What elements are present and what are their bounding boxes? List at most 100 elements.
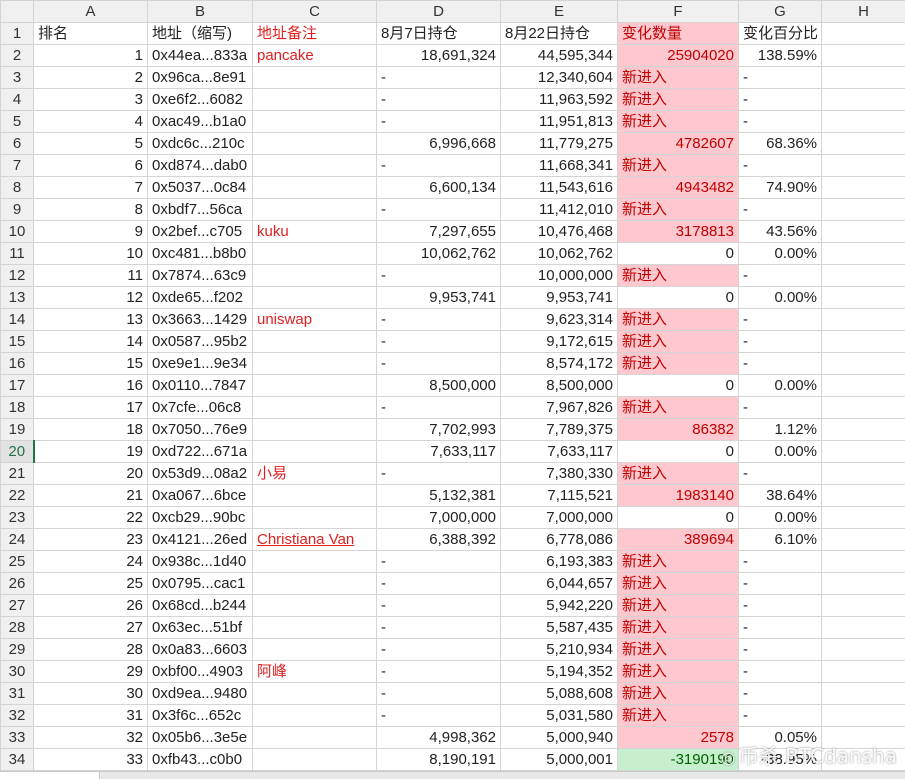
row-header[interactable]: 1: [0, 22, 34, 45]
cell-aug7-holding[interactable]: 6,996,668: [376, 132, 501, 155]
cell-empty[interactable]: [821, 198, 905, 221]
sheet-tab[interactable]: [0, 772, 100, 779]
cell-address-note[interactable]: [252, 198, 377, 221]
cell-change-pct[interactable]: -: [738, 572, 822, 595]
cell-address[interactable]: 0xe9e1...9e34: [147, 352, 253, 375]
cell-empty[interactable]: [821, 286, 905, 309]
cell-aug7-holding[interactable]: -: [376, 88, 501, 111]
cell-address[interactable]: 0x96ca...8e91: [147, 66, 253, 89]
cell-empty[interactable]: [821, 308, 905, 331]
cell-rank[interactable]: 24: [33, 550, 148, 573]
cell-rank[interactable]: 31: [33, 704, 148, 727]
cell-rank[interactable]: 13: [33, 308, 148, 331]
column-header-a[interactable]: A: [33, 0, 148, 23]
cell-change-pct[interactable]: -: [738, 660, 822, 683]
header-cell-address-note[interactable]: 地址备注: [252, 22, 377, 45]
cell-address[interactable]: 0xc481...b8b0: [147, 242, 253, 265]
cell-aug7-holding[interactable]: 8,190,191: [376, 748, 501, 771]
cell-address[interactable]: 0x0795...cac1: [147, 572, 253, 595]
cell-address-note[interactable]: 阿峰: [252, 660, 377, 683]
cell-change-amount[interactable]: 新进入: [617, 352, 739, 375]
cell-address[interactable]: 0x7cfe...06c8: [147, 396, 253, 419]
cell-aug22-holding[interactable]: 12,340,604: [500, 66, 618, 89]
cell-address[interactable]: 0x2bef...c705: [147, 220, 253, 243]
row-header[interactable]: 24: [0, 528, 34, 551]
row-header[interactable]: 31: [0, 682, 34, 705]
cell-rank[interactable]: 7: [33, 176, 148, 199]
row-header[interactable]: 7: [0, 154, 34, 177]
cell-change-pct[interactable]: 0.00%: [738, 374, 822, 397]
cell-empty[interactable]: [821, 440, 905, 463]
cell-aug7-holding[interactable]: -: [376, 462, 501, 485]
cell-aug22-holding[interactable]: 5,210,934: [500, 638, 618, 661]
header-cell-h[interactable]: [821, 22, 905, 45]
cell-aug7-holding[interactable]: 9,953,741: [376, 286, 501, 309]
cell-change-pct[interactable]: -: [738, 330, 822, 353]
cell-empty[interactable]: [821, 594, 905, 617]
cell-address-note[interactable]: [252, 286, 377, 309]
row-header[interactable]: 4: [0, 88, 34, 111]
cell-change-pct[interactable]: 38.64%: [738, 484, 822, 507]
cell-change-pct[interactable]: -38.95%: [738, 748, 822, 771]
cell-aug7-holding[interactable]: -: [376, 660, 501, 683]
column-header-f[interactable]: F: [617, 0, 739, 23]
column-header-g[interactable]: G: [738, 0, 822, 23]
cell-address-note[interactable]: [252, 506, 377, 529]
cell-rank[interactable]: 4: [33, 110, 148, 133]
cell-address[interactable]: 0xa067...6bce: [147, 484, 253, 507]
cell-change-amount[interactable]: 新进入: [617, 616, 739, 639]
cell-change-pct[interactable]: -: [738, 638, 822, 661]
cell-change-amount[interactable]: 新进入: [617, 704, 739, 727]
cell-address-note[interactable]: [252, 440, 377, 463]
row-header[interactable]: 19: [0, 418, 34, 441]
cell-aug7-holding[interactable]: -: [376, 638, 501, 661]
cell-address-note[interactable]: kuku: [252, 220, 377, 243]
cell-empty[interactable]: [821, 88, 905, 111]
cell-empty[interactable]: [821, 396, 905, 419]
cell-address-note[interactable]: [252, 572, 377, 595]
cell-change-pct[interactable]: -: [738, 110, 822, 133]
cell-aug22-holding[interactable]: 11,963,592: [500, 88, 618, 111]
cell-rank[interactable]: 2: [33, 66, 148, 89]
cell-aug7-holding[interactable]: -: [376, 682, 501, 705]
row-header[interactable]: 16: [0, 352, 34, 375]
cell-rank[interactable]: 8: [33, 198, 148, 221]
cell-address[interactable]: 0xac49...b1a0: [147, 110, 253, 133]
cell-change-amount[interactable]: 4782607: [617, 132, 739, 155]
cell-aug22-holding[interactable]: 7,967,826: [500, 396, 618, 419]
cell-aug7-holding[interactable]: -: [376, 110, 501, 133]
cell-change-amount[interactable]: 新进入: [617, 396, 739, 419]
cell-change-pct[interactable]: 1.12%: [738, 418, 822, 441]
cell-rank[interactable]: 11: [33, 264, 148, 287]
cell-aug7-holding[interactable]: 8,500,000: [376, 374, 501, 397]
cell-aug22-holding[interactable]: 9,623,314: [500, 308, 618, 331]
cell-change-pct[interactable]: 0.00%: [738, 242, 822, 265]
cell-change-amount[interactable]: 2578: [617, 726, 739, 749]
row-header[interactable]: 12: [0, 264, 34, 287]
row-header[interactable]: 8: [0, 176, 34, 199]
cell-aug22-holding[interactable]: 44,595,344: [500, 44, 618, 67]
cell-change-amount[interactable]: 新进入: [617, 682, 739, 705]
header-cell-aug22[interactable]: 8月22日持仓: [500, 22, 618, 45]
cell-address[interactable]: 0xe6f2...6082: [147, 88, 253, 111]
cell-empty[interactable]: [821, 616, 905, 639]
cell-address-note[interactable]: [252, 396, 377, 419]
cell-rank[interactable]: 6: [33, 154, 148, 177]
cell-address-note[interactable]: [252, 418, 377, 441]
cell-empty[interactable]: [821, 264, 905, 287]
cell-aug22-holding[interactable]: 10,000,000: [500, 264, 618, 287]
cell-empty[interactable]: [821, 638, 905, 661]
cell-aug7-holding[interactable]: 18,691,324: [376, 44, 501, 67]
cell-aug22-holding[interactable]: 5,942,220: [500, 594, 618, 617]
row-header[interactable]: 28: [0, 616, 34, 639]
cell-change-pct[interactable]: -: [738, 396, 822, 419]
cell-address[interactable]: 0x05b6...3e5e: [147, 726, 253, 749]
cell-change-amount[interactable]: 新进入: [617, 330, 739, 353]
cell-address-note[interactable]: uniswap: [252, 308, 377, 331]
cell-change-amount[interactable]: 新进入: [617, 154, 739, 177]
cell-rank[interactable]: 25: [33, 572, 148, 595]
cell-address-note[interactable]: [252, 242, 377, 265]
row-header[interactable]: 15: [0, 330, 34, 353]
cell-address[interactable]: 0xfb43...c0b0: [147, 748, 253, 771]
cell-aug22-holding[interactable]: 10,476,468: [500, 220, 618, 243]
